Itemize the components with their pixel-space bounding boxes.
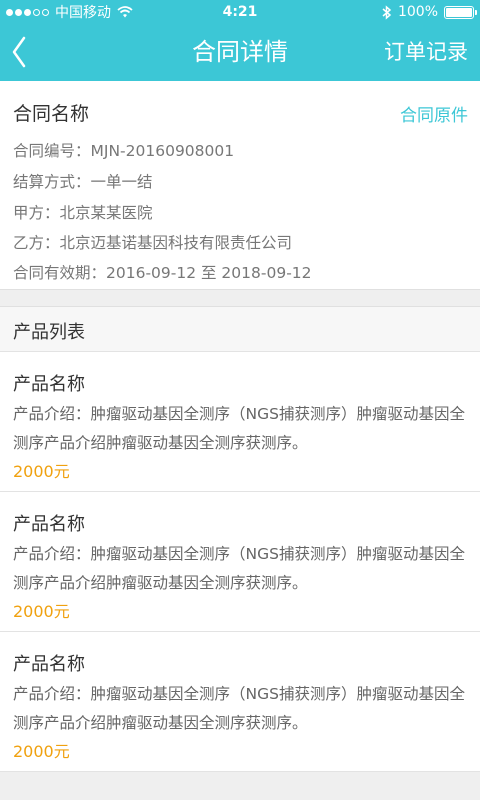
party-a: 甲方：北京某某医院 <box>13 204 153 222</box>
bluetooth-icon <box>382 4 392 20</box>
contract-card: 合同名称 合同原件 合同编号：MJN-20160908001 结算方式：一单一结… <box>0 81 480 290</box>
party-b: 乙方：北京迈基诺基因科技有限责任公司 <box>13 234 293 252</box>
list-item[interactable]: 产品名称 产品介绍：肿瘤驱动基因全测序（NGS捕获测序）肿瘤驱动基因全测序产品介… <box>0 352 480 492</box>
product-price: 2000元 <box>13 462 70 481</box>
product-description: 产品介绍：肿瘤驱动基因全测序（NGS捕获测序）肿瘤驱动基因全测序产品介绍肿瘤驱动… <box>13 545 465 592</box>
product-description: 产品介绍：肿瘤驱动基因全测序（NGS捕获测序）肿瘤驱动基因全测序产品介绍肿瘤驱动… <box>13 685 465 732</box>
list-item[interactable]: 产品名称 产品介绍：肿瘤驱动基因全测序（NGS捕获测序）肿瘤驱动基因全测序产品介… <box>0 632 480 772</box>
battery-percent: 100% <box>397 4 438 20</box>
battery-level-fill <box>446 7 472 17</box>
product-name: 产品名称 <box>13 654 85 675</box>
battery-icon <box>444 5 477 19</box>
product-name: 产品名称 <box>13 374 85 395</box>
product-price: 2000元 <box>13 742 70 761</box>
product-list-header: 产品列表 <box>0 306 480 352</box>
product-name: 产品名称 <box>13 514 85 535</box>
order-records-button[interactable]: 订单记录 <box>384 24 468 81</box>
list-item[interactable]: 产品名称 产品介绍：肿瘤驱动基因全测序（NGS捕获测序）肿瘤驱动基因全测序产品介… <box>0 492 480 632</box>
contract-original-link[interactable]: 合同原件 <box>400 101 468 126</box>
settlement-method: 结算方式：一单一结 <box>13 173 153 191</box>
product-price: 2000元 <box>13 602 70 621</box>
nav-bar: 合同详情 订单记录 <box>0 24 480 81</box>
status-bar: 中国移动 4:21 100% <box>0 0 480 24</box>
contract-number: 合同编号：MJN-20160908001 <box>13 142 235 160</box>
contract-name: 合同名称 <box>13 103 90 125</box>
status-right: 100% <box>382 0 477 24</box>
section-title: 产品列表 <box>13 322 85 343</box>
product-description: 产品介绍：肿瘤驱动基因全测序（NGS捕获测序）肿瘤驱动基因全测序产品介绍肿瘤驱动… <box>13 405 465 452</box>
contract-validity: 合同有效期：2016-09-12 至 2018-09-12 <box>13 264 312 282</box>
